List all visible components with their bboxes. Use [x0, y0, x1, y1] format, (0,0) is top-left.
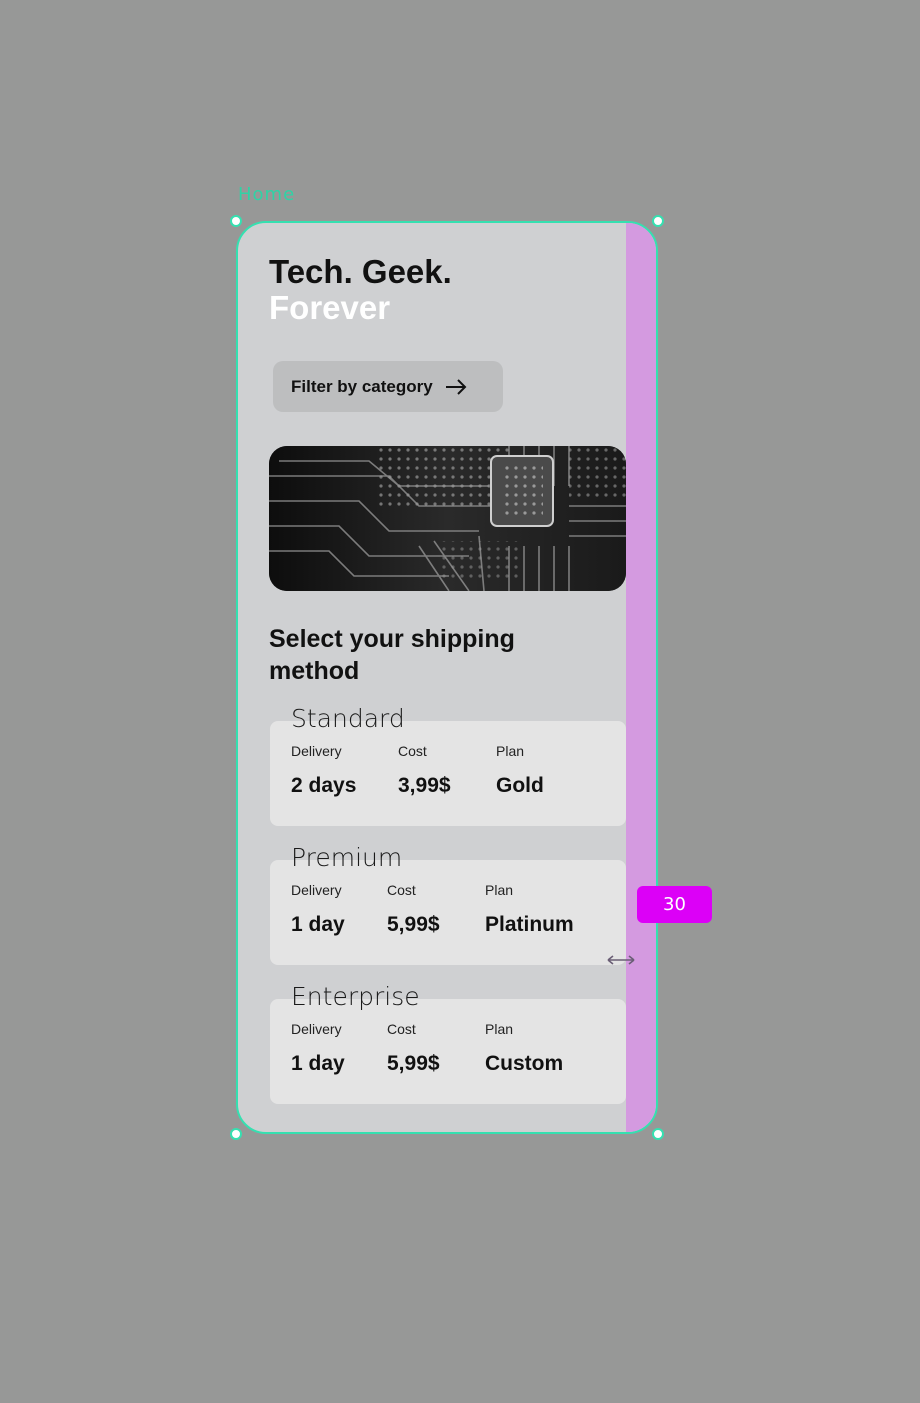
cost-value: 3,99$	[398, 774, 451, 797]
plan-label: Plan	[496, 743, 525, 759]
plan-name: Premium	[291, 843, 403, 872]
delivery-column: Delivery 2 days	[291, 743, 356, 798]
padding-value-badge: 30	[637, 886, 712, 923]
delivery-column: Delivery 1 day	[291, 1021, 345, 1076]
plan-name: Enterprise	[291, 982, 420, 1011]
delivery-value: 1 day	[291, 913, 345, 936]
plan-value: Platinum	[485, 913, 574, 936]
plan-value: Custom	[485, 1052, 564, 1075]
delivery-value: 2 days	[291, 774, 357, 797]
cost-column: Cost 5,99$	[387, 882, 440, 937]
plan-value: Gold	[496, 774, 544, 797]
filter-button-label: Filter by category	[291, 376, 433, 396]
frame-label[interactable]: Home	[238, 184, 295, 205]
plan-column: Plan Platinum	[485, 882, 574, 937]
delivery-label: Delivery	[291, 882, 342, 898]
resize-handle-bottom-right[interactable]	[652, 1128, 664, 1140]
cost-label: Cost	[387, 882, 416, 898]
padding-overlay	[626, 223, 656, 1132]
title-line-1: Tech. Geek.	[269, 253, 452, 290]
cost-value: 5,99$	[387, 913, 440, 936]
delivery-label: Delivery	[291, 743, 342, 759]
title-line-2: Forever	[269, 289, 391, 326]
circuit-board-image	[269, 446, 626, 591]
delivery-value: 1 day	[291, 1052, 345, 1075]
plan-label: Plan	[485, 882, 514, 898]
delivery-column: Delivery 1 day	[291, 882, 345, 937]
resize-handle-top-left[interactable]	[230, 215, 242, 227]
cost-value: 5,99$	[387, 1052, 440, 1075]
cost-column: Cost 3,99$	[398, 743, 451, 798]
cost-column: Cost 5,99$	[387, 1021, 440, 1076]
resize-horizontal-icon[interactable]	[606, 950, 636, 971]
home-frame[interactable]: Tech. Geek. Forever Filter by category S…	[236, 221, 658, 1134]
plan-column: Plan Custom	[485, 1021, 563, 1076]
shipping-section-title: Select your shipping method	[269, 625, 515, 685]
arrow-right-icon	[445, 378, 467, 395]
delivery-label: Delivery	[291, 1021, 342, 1037]
resize-handle-bottom-left[interactable]	[230, 1128, 242, 1140]
cost-label: Cost	[387, 1021, 416, 1037]
plan-label: Plan	[485, 1021, 514, 1037]
cost-label: Cost	[398, 743, 427, 759]
plan-name: Standard	[291, 704, 405, 733]
plan-column: Plan Gold	[496, 743, 544, 798]
resize-handle-top-right[interactable]	[652, 215, 664, 227]
filter-by-category-button[interactable]: Filter by category	[273, 361, 503, 412]
